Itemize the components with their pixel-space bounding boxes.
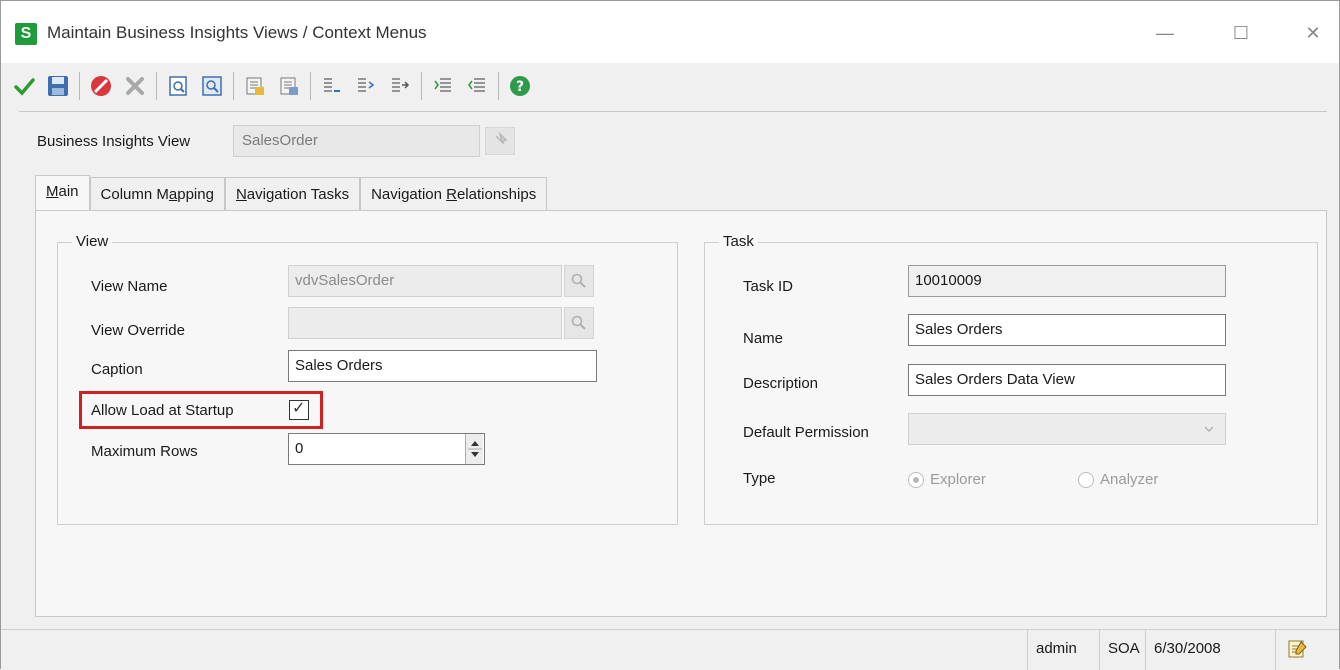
list-icon	[434, 78, 451, 92]
allow-load-at-startup-label: Allow Load at Startup	[91, 402, 234, 419]
preview-button[interactable]	[163, 71, 193, 101]
close-button[interactable]: ✕	[1293, 19, 1333, 47]
preview-icon	[169, 76, 187, 96]
save-icon	[48, 76, 68, 96]
type-explorer-label: Explorer	[930, 471, 986, 488]
tab-main[interactable]: Main	[35, 175, 90, 211]
cancel-icon	[91, 76, 111, 96]
tab-strip: Main Column Mapping Navigation Tasks Nav…	[35, 175, 548, 211]
task-group-title: Task	[719, 233, 758, 250]
view-group-title: View	[72, 233, 113, 250]
help-icon: ?	[510, 76, 530, 96]
move-right-button[interactable]	[385, 71, 415, 101]
view-override-field[interactable]	[288, 307, 562, 339]
view-name-lookup-button[interactable]	[564, 265, 594, 297]
task-id-label: Task ID	[743, 278, 794, 295]
toolbar-separator	[310, 72, 311, 100]
view-override-lookup-button[interactable]	[564, 307, 594, 339]
name-field[interactable]: Sales Orders	[908, 314, 1226, 346]
indent-button[interactable]	[351, 71, 381, 101]
magnifier-icon	[571, 315, 586, 330]
window-title: Maintain Business Insights Views / Conte…	[47, 23, 427, 42]
move-right-icon	[392, 78, 410, 92]
description-field[interactable]: Sales Orders Data View	[908, 364, 1226, 396]
print-preview-button[interactable]	[197, 71, 227, 101]
toolbar: ?	[9, 66, 539, 106]
pin-icon	[495, 131, 508, 145]
status-bar: admin SOA 6/30/2008	[1, 629, 1339, 670]
toolbar-separator	[79, 72, 80, 100]
business-insights-view-label: Business Insights View	[37, 133, 191, 150]
status-company: SOA	[1099, 630, 1145, 670]
type-label: Type	[743, 470, 776, 487]
maximum-rows-label: Maximum Rows	[91, 443, 198, 460]
outdent-button[interactable]	[317, 71, 347, 101]
type-explorer-radio[interactable]	[908, 472, 924, 488]
toolbar-separator	[233, 72, 234, 100]
copy-to-icon	[280, 77, 298, 95]
business-insights-view-lookup-button[interactable]	[485, 127, 515, 155]
view-name-field[interactable]: vdvSalesOrder	[288, 265, 562, 297]
main-window: S Maintain Business Insights Views / Con…	[0, 0, 1340, 670]
delete-button[interactable]	[120, 71, 150, 101]
caption-field[interactable]: Sales Orders	[288, 350, 597, 382]
outdent-icon	[324, 78, 340, 92]
type-analyzer-label: Analyzer	[1100, 471, 1159, 488]
maximize-button[interactable]: ☐	[1221, 19, 1261, 47]
caption-label: Caption	[91, 361, 143, 378]
maximum-rows-spinner[interactable]	[465, 434, 483, 464]
accept-button[interactable]	[9, 71, 39, 101]
toolbar-separator	[421, 72, 422, 100]
notepad-icon	[1288, 640, 1307, 658]
business-insights-view-field[interactable]: SalesOrder	[233, 125, 480, 157]
status-user: admin	[1027, 630, 1099, 670]
task-id-field[interactable]: 10010009	[908, 265, 1226, 297]
chevron-down-icon	[1204, 426, 1214, 432]
title-bar: S Maintain Business Insights Views / Con…	[1, 1, 1339, 63]
tab-column-mapping[interactable]: Column Mapping	[89, 177, 225, 211]
tab-navigation-relationships[interactable]: Navigation Relationships	[360, 177, 548, 211]
copy-to-button[interactable]	[274, 71, 304, 101]
spinner-arrows-icon	[468, 441, 482, 457]
name-label: Name	[743, 330, 784, 347]
indent-icon	[358, 78, 375, 92]
checkmark-icon: ✓	[292, 400, 306, 417]
view-override-label: View Override	[91, 322, 185, 339]
default-permission-select[interactable]	[908, 413, 1226, 445]
list-alt-icon	[468, 78, 485, 92]
copy-from-button[interactable]	[240, 71, 270, 101]
save-button[interactable]	[43, 71, 73, 101]
status-date: 6/30/2008	[1145, 630, 1275, 670]
description-label: Description	[743, 375, 819, 392]
maximum-rows-field[interactable]: 0	[288, 433, 485, 465]
cancel-button[interactable]	[86, 71, 116, 101]
list-button[interactable]	[428, 71, 458, 101]
toolbar-separator	[156, 72, 157, 100]
default-permission-label: Default Permission	[743, 424, 869, 441]
type-analyzer-radio[interactable]	[1078, 472, 1094, 488]
app-logo-icon: S	[15, 23, 37, 45]
status-notes-button[interactable]	[1275, 630, 1325, 670]
delete-icon	[126, 77, 144, 95]
radio-selected-dot	[913, 477, 919, 483]
view-name-label: View Name	[91, 278, 168, 295]
magnifier-icon	[571, 273, 586, 288]
help-button[interactable]: ?	[505, 71, 535, 101]
toolbar-separator	[498, 72, 499, 100]
tab-navigation-tasks[interactable]: Navigation Tasks	[224, 177, 361, 211]
minimize-button[interactable]: —	[1145, 19, 1185, 47]
list-alt-button[interactable]	[462, 71, 492, 101]
accept-check-icon	[14, 78, 35, 96]
print-preview-icon	[202, 76, 222, 96]
copy-from-icon	[246, 77, 264, 95]
allow-load-at-startup-checkbox[interactable]: ✓	[289, 400, 309, 420]
svg-text:?: ?	[516, 79, 524, 95]
